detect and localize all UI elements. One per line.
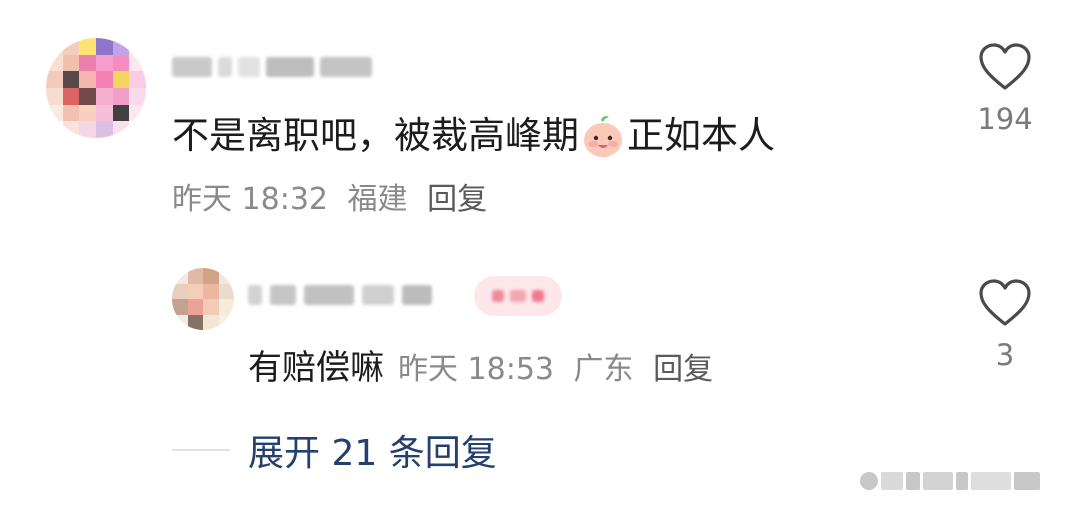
expand-replies-button[interactable]: 展开 21 条回复 bbox=[172, 424, 497, 476]
redacted-block bbox=[270, 285, 296, 305]
user-badge-redacted bbox=[474, 276, 562, 316]
heart-outline-icon[interactable] bbox=[977, 278, 1033, 328]
expand-replies-label[interactable]: 展开 21 条回复 bbox=[248, 424, 497, 476]
comment-text: 不是离职吧，被裁高峰期 正如本人 bbox=[172, 108, 775, 164]
redacted-block bbox=[492, 290, 504, 302]
reply-time: 昨天 18:53 bbox=[398, 352, 554, 387]
reply-location: 广东 bbox=[573, 352, 634, 387]
reply-like-count: 3 bbox=[995, 338, 1015, 372]
reply-meta: 昨天 18:53 广东 回复 bbox=[398, 344, 723, 388]
heart-outline-icon[interactable] bbox=[977, 42, 1033, 92]
reply-like-button[interactable]: 3 bbox=[972, 278, 1038, 372]
expand-divider bbox=[172, 449, 230, 451]
replier-username-redacted[interactable] bbox=[248, 280, 463, 310]
commenter-avatar[interactable] bbox=[46, 38, 146, 138]
reply-to-reply-button[interactable]: 回复 bbox=[653, 352, 713, 387]
commenter-username-redacted[interactable] bbox=[172, 52, 382, 82]
redacted-block bbox=[266, 57, 314, 77]
redacted-block bbox=[172, 57, 212, 77]
comment-time: 昨天 18:32 bbox=[172, 182, 328, 217]
watermark-redacted bbox=[860, 468, 1070, 494]
comment-text-part2: 正如本人 bbox=[627, 114, 775, 157]
comment-meta: 昨天 18:32 福建 回复 bbox=[172, 178, 497, 222]
watermark-logo-icon bbox=[860, 472, 878, 490]
redacted-block bbox=[510, 290, 526, 302]
comment-text-part1: 不是离职吧，被裁高峰期 bbox=[172, 114, 579, 157]
redacted-block bbox=[532, 290, 544, 302]
like-count: 194 bbox=[977, 102, 1033, 136]
redacted-block bbox=[881, 472, 903, 490]
redacted-block bbox=[923, 472, 953, 490]
replier-avatar[interactable] bbox=[172, 268, 234, 330]
redacted-block bbox=[362, 285, 394, 305]
like-button[interactable]: 194 bbox=[972, 42, 1038, 136]
reply-text: 有赔偿嘛 bbox=[248, 348, 384, 388]
redacted-block bbox=[1014, 472, 1040, 490]
redacted-block bbox=[956, 472, 968, 490]
reply-button[interactable]: 回复 bbox=[427, 182, 487, 217]
comment-location: 福建 bbox=[347, 182, 408, 217]
redacted-block bbox=[971, 472, 1011, 490]
redacted-block bbox=[320, 57, 372, 77]
redacted-block bbox=[906, 472, 920, 490]
baby-face-emoji-icon bbox=[581, 114, 625, 158]
reply-content: 有赔偿嘛 昨天 18:53 广东 回复 bbox=[248, 340, 723, 389]
redacted-block bbox=[248, 285, 262, 305]
redacted-block bbox=[218, 57, 232, 77]
redacted-block bbox=[238, 57, 260, 77]
redacted-block bbox=[402, 285, 432, 305]
redacted-block bbox=[304, 285, 354, 305]
